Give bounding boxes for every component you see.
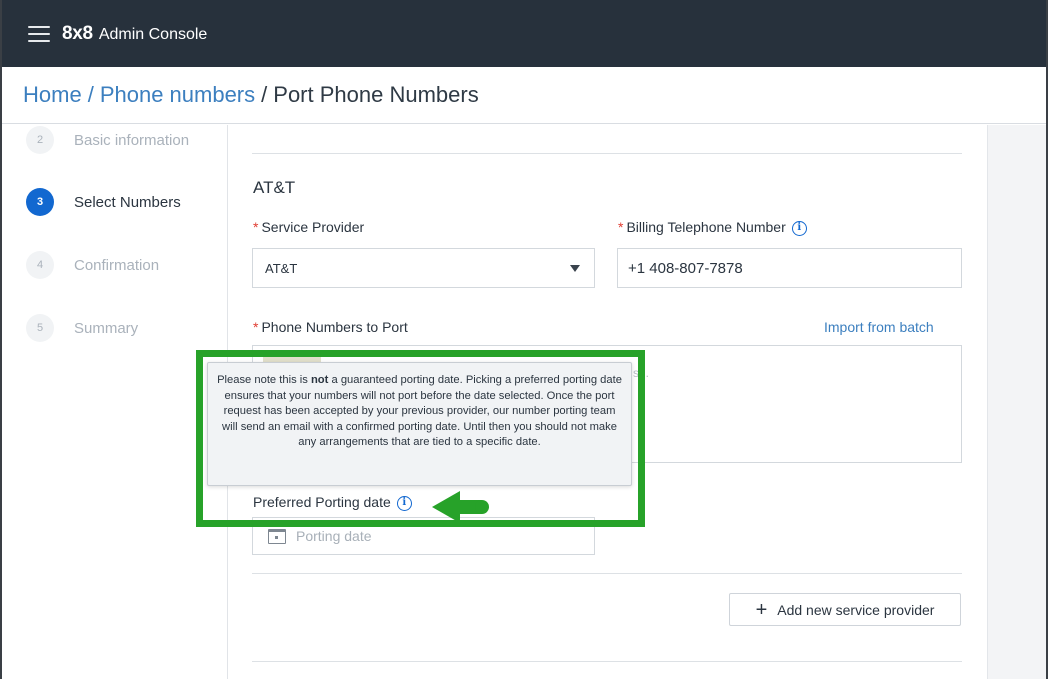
step-select-numbers[interactable]: 3 Select Numbers <box>26 188 181 216</box>
divider <box>252 573 962 574</box>
billing-telephone-label-text: Billing Telephone Number <box>626 219 786 235</box>
provider-section-title: AT&T <box>253 178 296 197</box>
service-provider-select[interactable]: AT&T <box>252 248 595 288</box>
plus-icon: + <box>755 598 768 621</box>
add-service-provider-label: Add new service provider <box>777 601 935 618</box>
step-basic-information[interactable]: 2 Basic information <box>26 126 189 154</box>
info-icon[interactable]: i <box>396 495 412 511</box>
caret-down-icon <box>570 265 580 272</box>
phone-numbers-label-text: Phone Numbers to Port <box>261 319 408 335</box>
step-confirmation[interactable]: 4 Confirmation <box>26 251 159 279</box>
billing-telephone-value: +1 408-807-7878 <box>628 259 743 277</box>
required-mark: * <box>253 319 259 335</box>
step-label: Basic information <box>74 131 190 149</box>
step-label: Confirmation <box>74 256 160 274</box>
hamburger-menu-icon[interactable] <box>28 25 50 42</box>
step-number: 4 <box>26 251 54 279</box>
billing-telephone-input[interactable]: +1 408-807-7878 <box>617 248 962 288</box>
breadcrumb-current: Port Phone Numbers <box>273 82 479 107</box>
porting-date-placeholder: Porting date <box>296 528 372 544</box>
breadcrumb-home[interactable]: Home <box>23 82 82 108</box>
service-provider-value: AT&T <box>265 260 298 276</box>
step-number: 3 <box>26 188 54 216</box>
service-provider-label: * Service Provider <box>253 219 364 235</box>
import-from-batch-link[interactable]: Import from batch <box>824 319 934 335</box>
porting-date-tooltip: Please note this is not a guaranteed por… <box>207 362 632 486</box>
tooltip-text-start: Please note this is <box>217 374 311 386</box>
porting-date-label-text: Preferred Porting date <box>253 494 391 510</box>
divider <box>252 661 962 662</box>
right-side-panel <box>987 125 1046 679</box>
breadcrumb: Home / Phone numbers / Port Phone Number… <box>2 67 1046 124</box>
info-icon[interactable]: i <box>791 220 807 236</box>
add-service-provider-button[interactable]: + Add new service provider <box>729 593 961 626</box>
brand[interactable]: 8x8 Admin Console <box>62 23 207 45</box>
tooltip-text-bold: not <box>310 374 329 386</box>
textarea-placeholder: s... <box>633 366 650 380</box>
step-label: Summary <box>74 319 139 337</box>
app-window: 8x8 Admin Console Home / Phone numbers /… <box>0 0 1048 679</box>
step-label: Select Numbers <box>74 193 181 211</box>
step-summary[interactable]: 5 Summary <box>26 314 138 342</box>
calendar-icon <box>268 528 286 544</box>
breadcrumb-phone-numbers[interactable]: Phone numbers <box>100 82 255 108</box>
top-navbar: 8x8 Admin Console <box>2 0 1046 67</box>
porting-date-label: Preferred Porting date i <box>253 494 412 511</box>
step-number: 5 <box>26 314 54 342</box>
arrow-left-icon <box>432 491 489 523</box>
service-provider-label-text: Service Provider <box>261 219 365 235</box>
porting-date-input[interactable]: Porting date <box>252 517 595 555</box>
required-mark: * <box>618 219 624 235</box>
billing-telephone-label: * Billing Telephone Number i <box>618 219 807 236</box>
step-number: 2 <box>26 126 54 154</box>
required-mark: * <box>253 219 259 235</box>
breadcrumb-separator: / <box>87 82 94 107</box>
breadcrumb-separator: / <box>261 82 268 107</box>
step-sidebar: 2 Basic information 3 Select Numbers 4 C… <box>2 125 228 679</box>
divider <box>252 153 962 154</box>
brand-logo: 8x8 <box>62 22 93 44</box>
phone-numbers-label: * Phone Numbers to Port <box>253 319 408 335</box>
app-title: Admin Console <box>98 25 208 43</box>
